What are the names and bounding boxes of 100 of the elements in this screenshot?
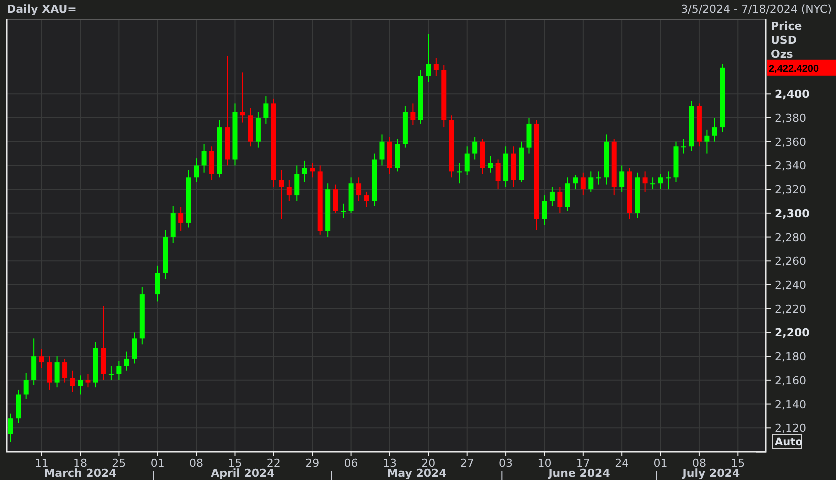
candlestick (178, 206, 184, 232)
date-tick-label: 24 (615, 457, 630, 470)
candlestick (232, 103, 238, 166)
date-tick-label: 20 (422, 457, 436, 470)
price-tick-label: 2,340 (775, 160, 806, 173)
candlestick (47, 356, 52, 390)
candlestick (124, 351, 130, 372)
date-tick-label: 10 (538, 457, 552, 470)
date-tick-label: 29 (306, 457, 320, 470)
axis-unit-label: Ozs (771, 48, 794, 61)
candlestick (464, 146, 470, 176)
candlestick (426, 34, 432, 83)
date-tick-label: 22 (266, 457, 281, 470)
current-price-label: 2,422.4200 (767, 60, 836, 76)
candlestick (210, 146, 215, 181)
candlestick (712, 118, 718, 142)
candlestick (395, 138, 400, 172)
candlestick (496, 159, 501, 190)
month-label: March 2024 (44, 467, 117, 480)
candlestick (279, 170, 284, 220)
price-tick-label: 2,320 (775, 184, 806, 197)
candlestick (194, 158, 200, 183)
candlestick (302, 160, 308, 183)
price-tick-label: 2,260 (775, 255, 806, 268)
candlestick (402, 106, 408, 148)
candlestick (720, 64, 726, 133)
candlestick (93, 342, 98, 388)
candlestick (333, 184, 338, 214)
candlestick (318, 165, 323, 236)
price-tick-label: 2,240 (775, 279, 806, 292)
price-tick-label: 2,180 (775, 350, 806, 364)
price-tick-label: 2,160 (775, 374, 806, 388)
candlestick (264, 96, 269, 124)
month-label: May 2024 (387, 467, 447, 480)
date-tick-label: 17 (576, 457, 590, 470)
candlestick (596, 171, 602, 186)
candlestick (286, 180, 292, 202)
candlestick (341, 203, 346, 219)
chart-title: Daily XAU= (7, 3, 77, 16)
candlestick (620, 165, 625, 192)
date-tick-label: 11 (34, 457, 49, 470)
candlestick (32, 338, 37, 386)
candlestick (86, 374, 91, 388)
candlestick (16, 389, 22, 424)
candlestick (650, 177, 656, 190)
date-tick-label: 18 (74, 457, 88, 470)
date-tick-label: 03 (499, 457, 514, 470)
month-label: July 2024 (682, 467, 740, 480)
candlestick (604, 134, 610, 186)
date-tick-label: 08 (692, 457, 706, 470)
candlestick (573, 174, 578, 190)
candlestick (356, 177, 362, 202)
candlestick (70, 370, 76, 393)
candlestick (326, 183, 331, 238)
candlestick (186, 170, 192, 228)
candlestick (163, 230, 168, 280)
date-tick-label: 01 (150, 457, 165, 470)
candlestick (704, 129, 710, 154)
candlestick (387, 136, 392, 175)
date-tick-label: 06 (344, 457, 358, 470)
candlestick (256, 112, 261, 148)
candlestick (8, 413, 14, 443)
candlestick (78, 375, 83, 396)
candlestick (24, 372, 29, 400)
candlestick (542, 195, 548, 226)
date-tick-label: 27 (460, 457, 474, 470)
candlestick (170, 206, 176, 244)
candlestick (457, 162, 462, 184)
candlestick (248, 108, 254, 148)
candlestick (132, 332, 138, 364)
candlestick (580, 172, 586, 196)
price-tick-label: 2,380 (775, 112, 806, 125)
candlestick (689, 100, 694, 152)
candlestick (488, 156, 494, 174)
price-tick-label: 2,360 (775, 136, 806, 149)
candlestick (449, 115, 454, 178)
candlestick (418, 70, 424, 124)
candlestick (642, 171, 648, 192)
candlestick (116, 360, 122, 381)
candlestick (372, 153, 377, 207)
candlestick (240, 72, 246, 124)
date-tick-label: 13 (382, 457, 397, 470)
candlestick (217, 120, 222, 178)
candlestick (674, 141, 679, 183)
candlestick (380, 134, 385, 166)
candlestick (666, 171, 672, 190)
candlestick (294, 165, 300, 202)
candlestick (588, 171, 594, 192)
candlestick (635, 172, 640, 219)
candlestick (364, 191, 370, 208)
price-tick-label: 2,140 (775, 398, 806, 412)
candlestick (565, 177, 570, 212)
candlestick (434, 58, 439, 77)
candlestick (682, 138, 686, 154)
candlestick (480, 138, 486, 175)
candlestick (62, 358, 68, 384)
date-tick-label: 15 (228, 457, 242, 470)
month-label: June 2024 (548, 467, 610, 480)
axis-unit-label: USD (771, 34, 797, 47)
candlestick (550, 186, 555, 207)
